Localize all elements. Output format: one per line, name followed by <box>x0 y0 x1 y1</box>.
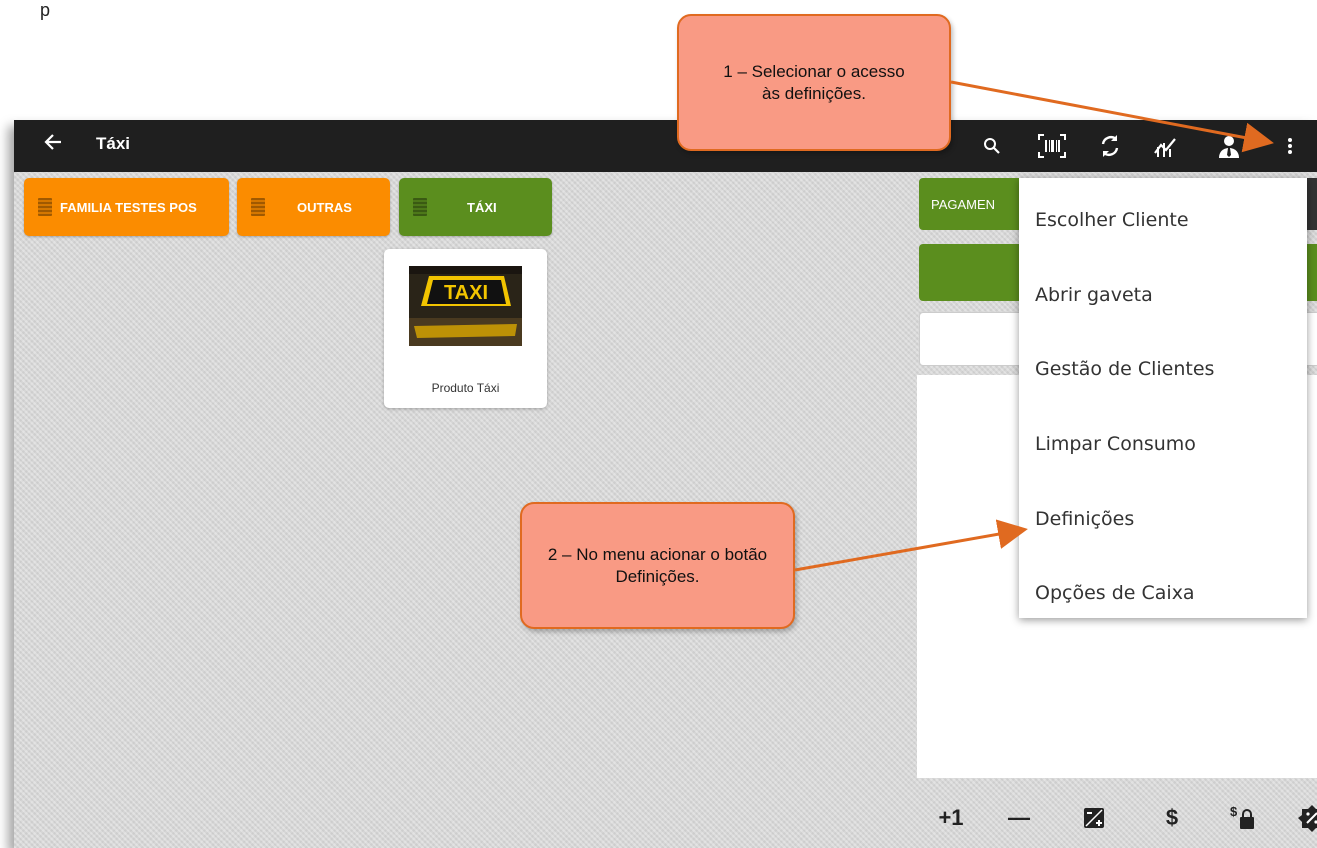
search-icon[interactable] <box>974 128 1010 164</box>
taxi-sign-image: TAXI <box>409 266 522 346</box>
menu-item-gestao-clientes[interactable]: Gestão de Clientes <box>1035 358 1214 380</box>
document-icon <box>38 198 52 216</box>
svg-text:$: $ <box>1230 804 1238 819</box>
barcode-scan-icon[interactable] <box>1034 128 1070 164</box>
plus-one-button[interactable]: +1 <box>931 800 971 836</box>
document-icon <box>251 198 265 216</box>
user-tie-icon[interactable] <box>1211 128 1247 164</box>
category-label: OUTRAS <box>297 199 352 215</box>
category-label: TÁXI <box>467 199 497 215</box>
minus-button[interactable]: — <box>999 800 1039 836</box>
callout-step-1-text: 1 – Selecionar o acesso às definições. <box>723 62 905 103</box>
payment-label: PAGAMEN <box>931 196 996 212</box>
taxi-sign-text: TAXI <box>444 282 488 304</box>
menu-item-opcoes-caixa[interactable]: Opções de Caixa <box>1035 582 1195 604</box>
app-screenshot: Táxi FAMILIA TESTES POS OUTRAS TÁXI TAXI… <box>14 120 1317 848</box>
category-familia-testes-pos[interactable]: FAMILIA TESTES POS <box>24 178 229 236</box>
discount-badge-icon[interactable] <box>1292 800 1317 836</box>
overflow-menu: Escolher Cliente Abrir gaveta Gestão de … <box>1019 178 1307 618</box>
app-bar: Táxi <box>14 120 1317 172</box>
menu-item-escolher-cliente[interactable]: Escolher Cliente <box>1035 209 1189 231</box>
category-label: FAMILIA TESTES POS <box>60 199 197 215</box>
callout-step-2-text: 2 – No menu acionar o botão Definições. <box>547 545 768 586</box>
price-button[interactable]: $ <box>1152 800 1192 836</box>
back-arrow-icon[interactable] <box>38 131 68 161</box>
bottom-toolbar: +1 — $ $ <box>917 788 1317 848</box>
page-title: Táxi <box>96 134 131 153</box>
chart-icon[interactable] <box>1148 128 1184 164</box>
menu-item-definicoes[interactable]: Definições <box>1035 508 1134 530</box>
more-vert-icon[interactable] <box>1272 128 1308 164</box>
product-card[interactable]: TAXI Produto Táxi <box>384 249 547 408</box>
menu-item-limpar-consumo[interactable]: Limpar Consumo <box>1035 433 1196 455</box>
callout-step-2: 2 – No menu acionar o botão Definições. <box>520 502 795 629</box>
callout-step-1: 1 – Selecionar o acesso às definições. <box>677 14 951 151</box>
document-fragment-text: p <box>40 0 51 20</box>
price-discount-icon[interactable]: $ <box>1222 800 1262 836</box>
edit-quantity-icon[interactable] <box>1074 800 1114 836</box>
sync-icon[interactable] <box>1092 128 1128 164</box>
category-taxi[interactable]: TÁXI <box>399 178 552 236</box>
menu-item-abrir-gaveta[interactable]: Abrir gaveta <box>1035 284 1153 306</box>
document-icon <box>413 198 427 216</box>
product-label: Produto Táxi <box>431 381 500 395</box>
category-outras[interactable]: OUTRAS <box>237 178 390 236</box>
